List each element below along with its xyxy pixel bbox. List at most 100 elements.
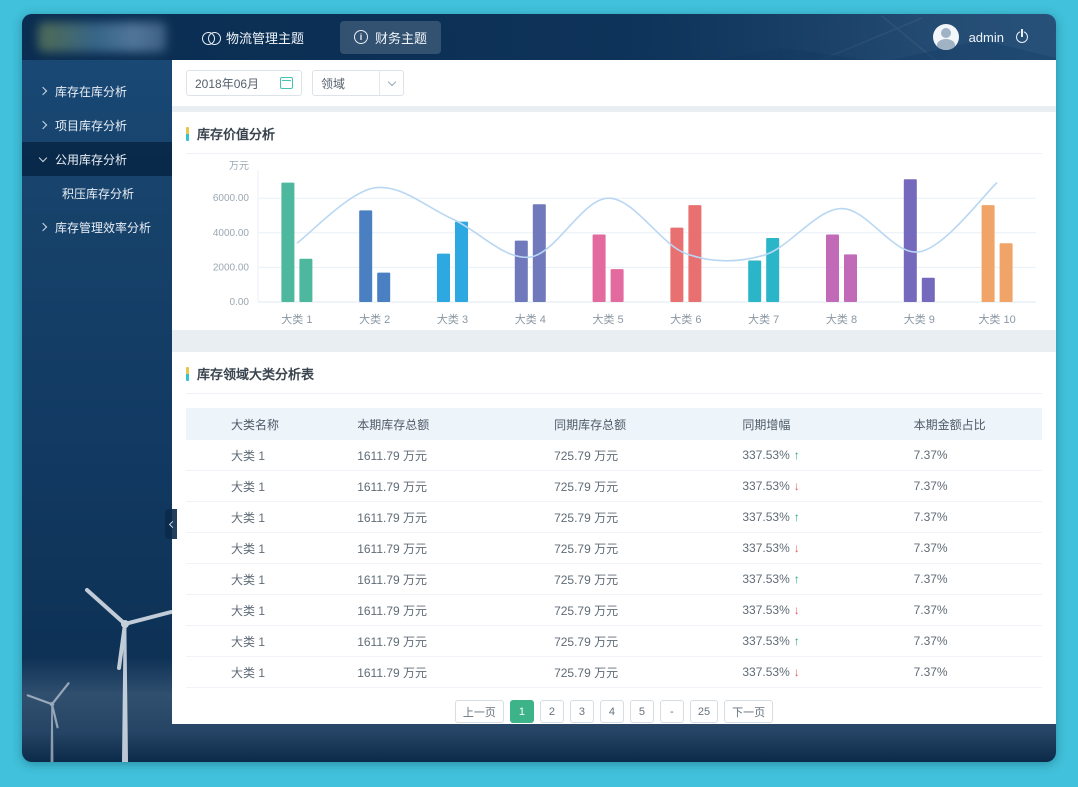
arrow-down-icon: ↓ (794, 541, 800, 555)
tab-finance-label: 财务主题 (375, 28, 427, 47)
chevron-down-icon (387, 77, 395, 85)
svg-text:大类 1: 大类 1 (281, 312, 312, 326)
svg-text:0.00: 0.00 (230, 297, 250, 308)
sidebar-item-label: 库存在库分析 (55, 83, 127, 100)
pagination-next-button[interactable]: 下一页 (724, 700, 773, 723)
cell-current-total: 1611.79 万元 (357, 633, 554, 650)
table-row: 大类 11611.79 万元725.79 万元337.53%↓7.37% (186, 595, 1042, 626)
svg-text:2000.00: 2000.00 (213, 262, 250, 273)
table-row: 大类 11611.79 万元725.79 万元337.53%↑7.37% (186, 626, 1042, 657)
table-row: 大类 11611.79 万元725.79 万元337.53%↑7.37% (186, 502, 1042, 533)
col-header-current-total: 本期库存总额 (357, 416, 554, 433)
pagination-page-button[interactable]: 25 (690, 700, 718, 723)
month-picker[interactable]: 2018年06月 (186, 70, 302, 96)
cell-share: 7.37% (914, 541, 1042, 555)
pagination-page-button[interactable]: - (660, 700, 684, 723)
app-logo (38, 22, 166, 52)
tab-finance-theme[interactable]: i 财务主题 (340, 21, 441, 54)
select-dropdown-cell (379, 71, 403, 95)
sidebar-item-stock-efficiency[interactable]: 库存管理效率分析 (22, 210, 172, 244)
cell-growth: 337.53%↑ (742, 448, 913, 462)
cell-previous-total: 725.79 万元 (554, 478, 742, 495)
sidebar-item-label: 项目库存分析 (55, 117, 127, 134)
chevron-down-icon (39, 153, 47, 161)
col-header-category: 大类名称 (186, 416, 357, 433)
cell-share: 7.37% (914, 479, 1042, 493)
svg-text:大类 5: 大类 5 (593, 312, 624, 326)
svg-text:大类 2: 大类 2 (359, 312, 390, 326)
pagination-page-button[interactable]: 5 (630, 700, 654, 723)
app-window: 物流管理主题 i 财务主题 admin 库存在库分析 项目库存分析 公用库存分析… (22, 14, 1056, 762)
main-content: 2018年06月 领域 库存价值分析 0.002000.004000.00600… (172, 60, 1056, 724)
arrow-down-icon: ↓ (794, 665, 800, 679)
pagination-page-button[interactable]: 4 (600, 700, 624, 723)
svg-text:大类 7: 大类 7 (748, 312, 779, 326)
cell-share: 7.37% (914, 603, 1042, 617)
pagination-prev-button[interactable]: 上一页 (455, 700, 504, 723)
col-header-growth: 同期增幅 (742, 416, 913, 433)
table-header-row: 大类名称 本期库存总额 同期库存总额 同期增幅 本期金额占比 (186, 408, 1042, 440)
bar-line-chart: 0.002000.004000.006000.00万元大类 1大类 2大类 3大… (186, 158, 1042, 330)
section-gap (172, 330, 1056, 352)
logout-power-icon[interactable] (1014, 29, 1030, 45)
table-section-header: 库存领域大类分析表 (186, 364, 1042, 394)
cell-current-total: 1611.79 万元 (357, 447, 554, 464)
table-row: 大类 11611.79 万元725.79 万元337.53%↑7.37% (186, 564, 1042, 595)
sidebar-subitem-backlog-stock[interactable]: 积压库存分析 (22, 176, 172, 210)
cell-growth: 337.53%↑ (742, 634, 913, 648)
pagination-page-button[interactable]: 3 (570, 700, 594, 723)
chart-section-title: 库存价值分析 (197, 124, 275, 143)
link-icon (202, 32, 219, 43)
cell-category: 大类 1 (186, 447, 357, 464)
arrow-up-icon: ↑ (794, 510, 800, 524)
section-marker-icon (186, 127, 189, 141)
cell-previous-total: 725.79 万元 (554, 447, 742, 464)
table-row: 大类 11611.79 万元725.79 万元337.53%↓7.37% (186, 657, 1042, 688)
sidebar-item-label: 积压库存分析 (62, 185, 134, 202)
cell-current-total: 1611.79 万元 (357, 540, 554, 557)
sidebar-item-project-stock[interactable]: 项目库存分析 (22, 108, 172, 142)
cell-category: 大类 1 (186, 509, 357, 526)
sidebar: 库存在库分析 项目库存分析 公用库存分析 积压库存分析 库存管理效率分析 (22, 60, 172, 762)
sidebar-item-public-stock[interactable]: 公用库存分析 (22, 142, 172, 176)
cell-current-total: 1611.79 万元 (357, 509, 554, 526)
sidebar-collapse-handle[interactable] (165, 509, 177, 539)
tab-logistics-label: 物流管理主题 (226, 28, 304, 47)
chevron-right-icon (39, 87, 47, 95)
table-row: 大类 11611.79 万元725.79 万元337.53%↓7.37% (186, 471, 1042, 502)
cell-previous-total: 725.79 万元 (554, 633, 742, 650)
topbar: 物流管理主题 i 财务主题 admin (22, 14, 1056, 60)
arrow-down-icon: ↓ (794, 603, 800, 617)
cell-current-total: 1611.79 万元 (357, 571, 554, 588)
section-marker-icon (186, 367, 189, 381)
table-row: 大类 11611.79 万元725.79 万元337.53%↓7.37% (186, 533, 1042, 564)
chevron-right-icon (39, 121, 47, 129)
tab-logistics-theme[interactable]: 物流管理主题 (188, 21, 318, 54)
cell-previous-total: 725.79 万元 (554, 509, 742, 526)
chart-section: 库存价值分析 0.002000.004000.006000.00万元大类 1大类… (172, 112, 1056, 330)
cell-growth: 337.53%↑ (742, 510, 913, 524)
pagination: 上一页 12345-25 下一页 (186, 700, 1042, 723)
domain-select[interactable]: 领域 (312, 70, 404, 96)
cell-share: 7.37% (914, 634, 1042, 648)
arrow-down-icon: ↓ (794, 479, 800, 493)
table-section-title: 库存领域大类分析表 (197, 364, 314, 383)
username: admin (969, 30, 1004, 45)
chevron-right-icon (39, 223, 47, 231)
calendar-icon (280, 77, 293, 89)
cell-share: 7.37% (914, 665, 1042, 679)
cell-growth: 337.53%↑ (742, 572, 913, 586)
pagination-page-button[interactable]: 1 (510, 700, 534, 723)
user-avatar-icon[interactable] (933, 24, 959, 50)
sidebar-item-label: 公用库存分析 (55, 151, 127, 168)
domain-select-value: 领域 (313, 75, 379, 92)
sidebar-item-stock-in-warehouse[interactable]: 库存在库分析 (22, 74, 172, 108)
cell-previous-total: 725.79 万元 (554, 664, 742, 681)
topbar-user-area: admin (933, 24, 1056, 50)
finance-icon: i (354, 30, 368, 44)
svg-text:大类 9: 大类 9 (904, 312, 935, 326)
cell-previous-total: 725.79 万元 (554, 571, 742, 588)
pagination-page-button[interactable]: 2 (540, 700, 564, 723)
svg-text:大类 3: 大类 3 (437, 312, 468, 326)
month-picker-value: 2018年06月 (195, 75, 259, 92)
